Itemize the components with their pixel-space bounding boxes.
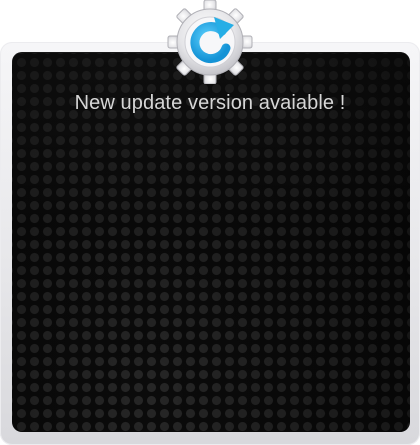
update-refresh-icon xyxy=(165,0,255,85)
update-dialog: New update version avaiable ! xyxy=(0,0,420,445)
update-message: New update version avaiable ! xyxy=(74,92,346,114)
